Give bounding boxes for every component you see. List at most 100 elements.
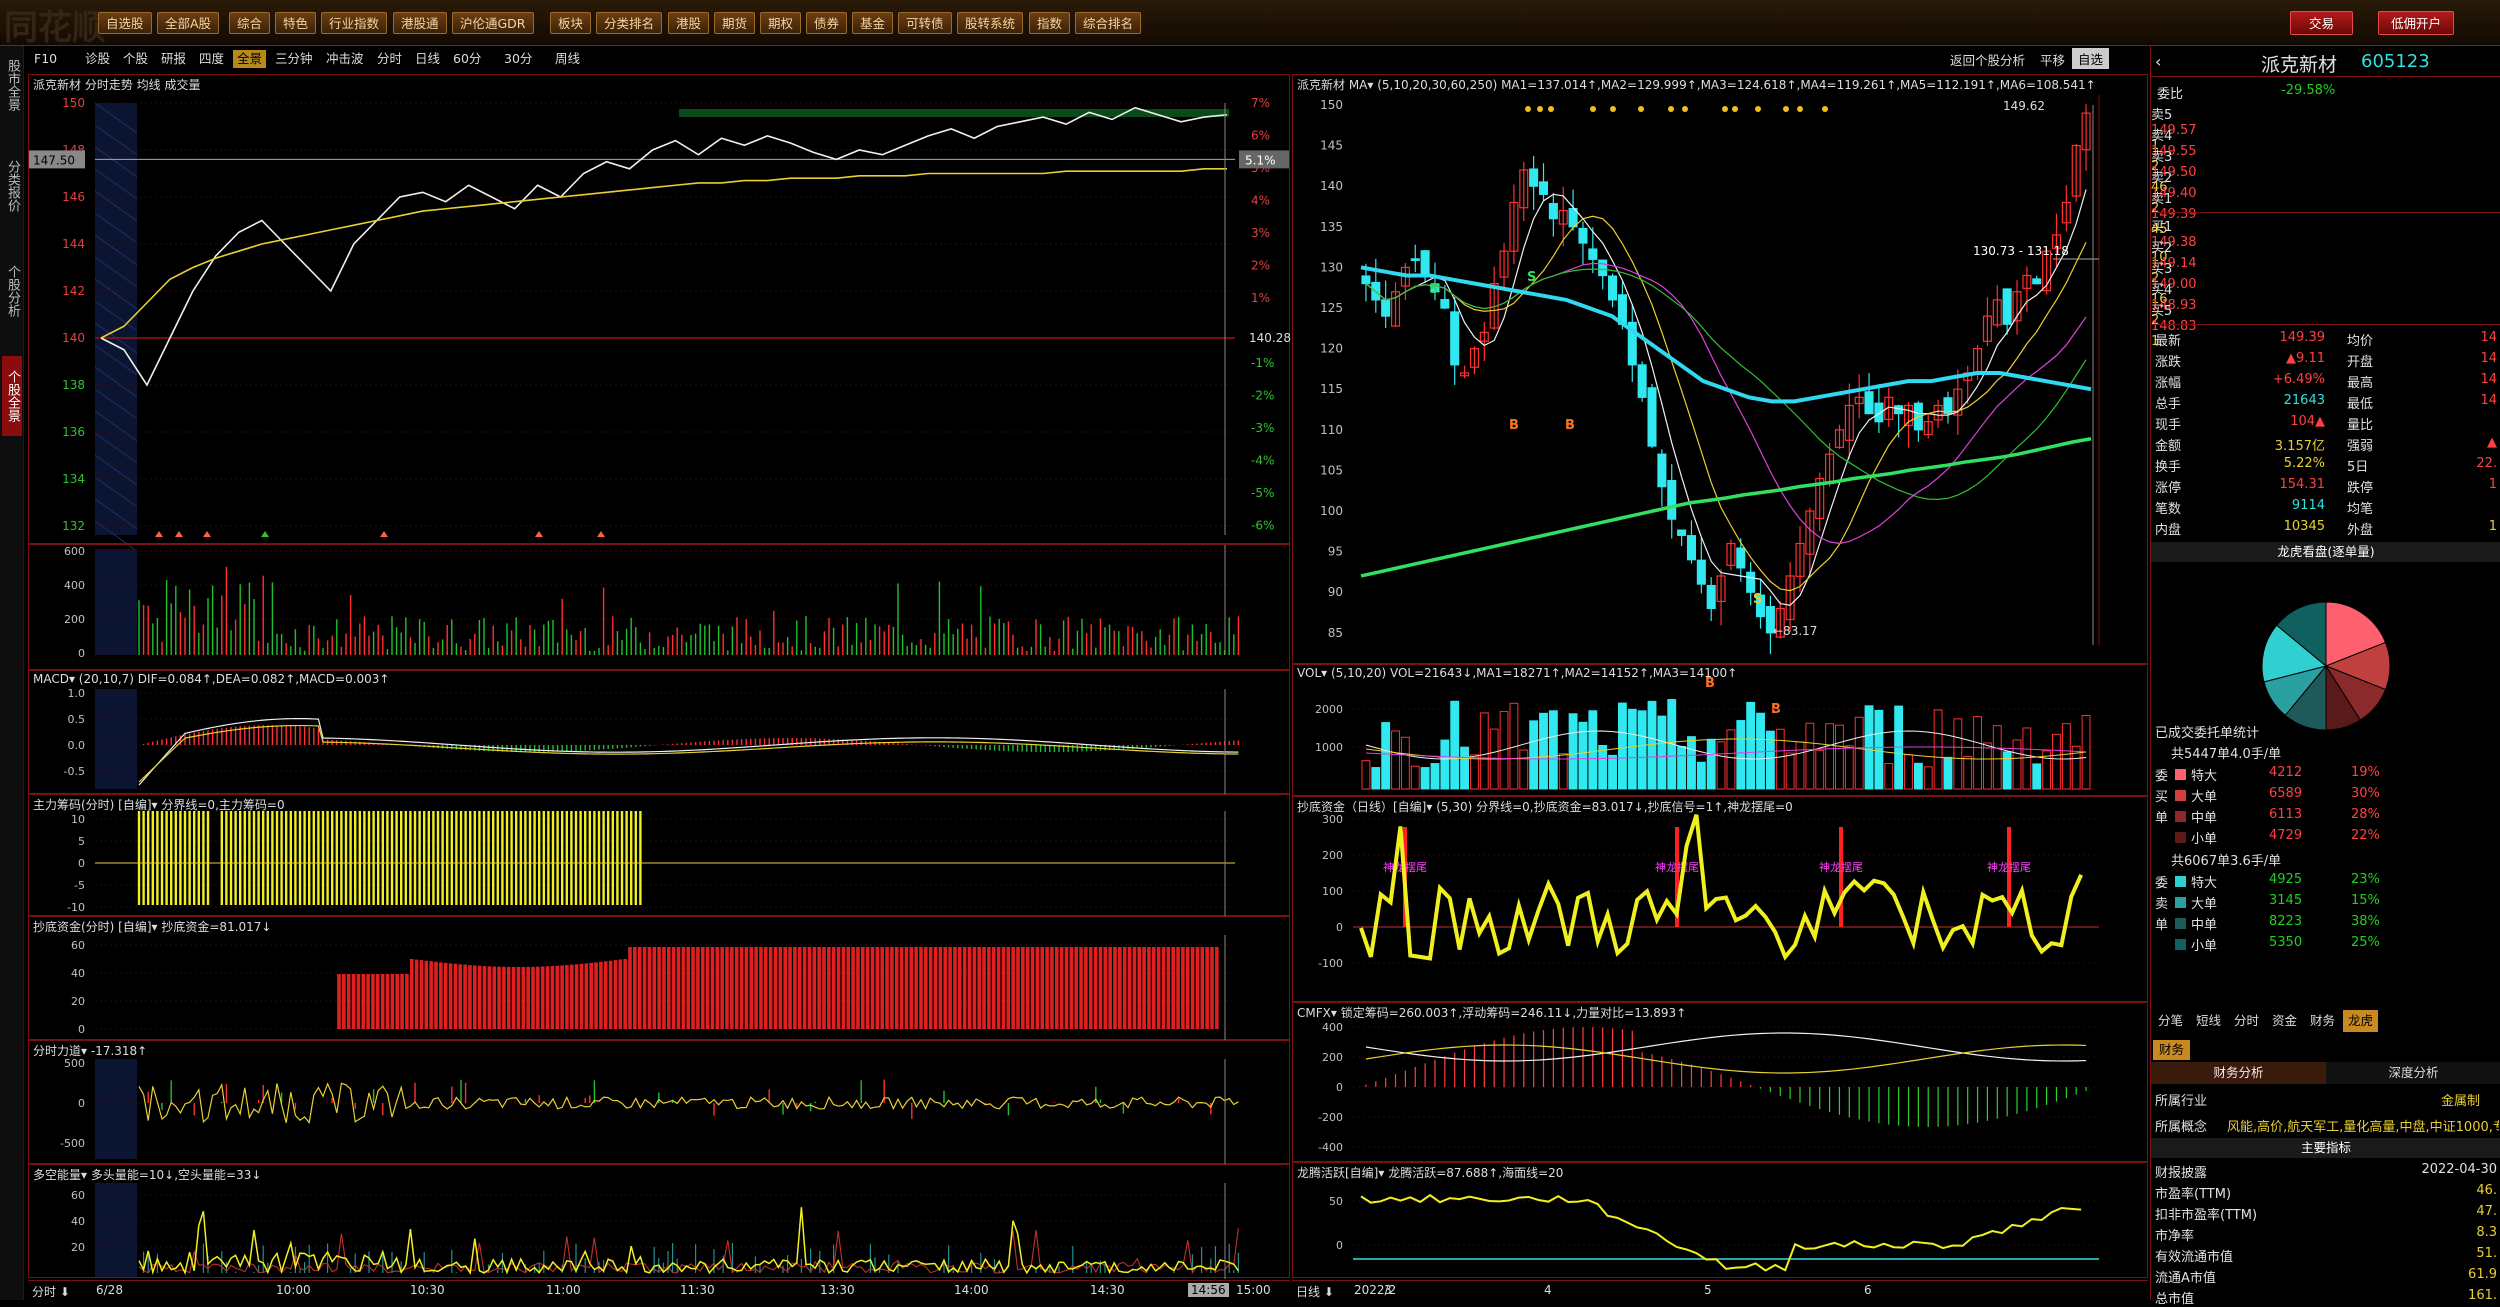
cmfx-tick: -400 [1318, 1141, 1343, 1154]
bid-row: 买2 149.14 2 [2151, 237, 2500, 286]
finance-tab[interactable]: 财务 [2153, 1040, 2191, 1060]
toolbar-button-17[interactable]: 综合排名 [1075, 12, 1142, 34]
pct-tick: -5% [1251, 486, 1274, 500]
pan-tool[interactable]: 平移 [2040, 50, 2065, 69]
price-tick: 138 [62, 378, 85, 392]
kline-price-tick: 125 [1320, 301, 1343, 315]
toolbar-button-3[interactable]: 特色 [275, 12, 317, 34]
sec-tab-1[interactable]: 诊股 [81, 50, 114, 68]
ma10-line [1365, 215, 2087, 592]
event-dot [1755, 106, 1761, 112]
sec-tab-3[interactable]: 研报 [157, 50, 190, 68]
open-account-button[interactable]: 低佣开户 [2378, 11, 2455, 35]
tab-stock-analysis[interactable]: 个股分析 [2, 251, 22, 331]
quote-sidebar: ‹ 派克新材 605123 委比 -29.58% 卖5 149.57 1 卖4 149.… [2150, 46, 2500, 1307]
sidebar-tab-0[interactable]: 分笔 [2153, 1010, 2188, 1032]
sec-tab-7[interactable]: 冲击波 [322, 50, 368, 68]
volume-bar [1844, 745, 1854, 790]
long-energy-line [138, 1207, 1240, 1276]
toolbar-button-8[interactable]: 分类排名 [596, 12, 663, 34]
toolbar-button-9[interactable]: 港股 [668, 12, 710, 34]
time-tick: 14:00 [954, 1283, 989, 1297]
sidebar-tab-5[interactable]: 龙虎 [2343, 1010, 2379, 1032]
signal-marker [175, 531, 183, 537]
kline-price-tick: 130 [1320, 260, 1343, 274]
tab-stock-panorama[interactable]: 个股全景 [2, 356, 22, 436]
buy-stat-pct: 19% [2351, 765, 2380, 780]
sec-tab-8[interactable]: 分时 [373, 50, 406, 68]
fin-analysis-tab[interactable]: 财务分析 [2151, 1062, 2326, 1084]
date-mode-button[interactable]: 日线 ⬇ [1296, 1283, 1334, 1300]
sidebar-tab-4[interactable]: 财务 [2305, 1010, 2340, 1032]
deep-analysis-tab[interactable]: 深度分析 [2326, 1062, 2500, 1084]
bottom-fund-daily-panel: 抄底资金（日线）[自编]▾ (5,30) 分界线=0,抄底资金=83.017↓,… [1292, 796, 2148, 1002]
sell-stat-type: 特大 [2191, 876, 2218, 891]
pressure-band [679, 109, 1229, 117]
toolbar-button-12[interactable]: 债券 [806, 12, 848, 34]
toolbar-button-14[interactable]: 可转债 [898, 12, 952, 34]
trade-signal: S [1753, 592, 1762, 607]
buy-stat-type: 大单 [2191, 790, 2218, 805]
toolbar-button-16[interactable]: 指数 [1029, 12, 1071, 34]
toolbar-button-4[interactable]: 行业指数 [321, 12, 388, 34]
sidebar-tab-2[interactable]: 分时 [2229, 1010, 2264, 1032]
sec-tab-12[interactable]: 周线 [551, 50, 584, 68]
sec-tab-6[interactable]: 三分钟 [271, 50, 317, 68]
toolbar-button-7[interactable]: 板块 [550, 12, 592, 34]
quote-label: 涨幅 [2155, 376, 2182, 391]
quote-value: 9114 [2291, 498, 2325, 513]
sec-tab-4[interactable]: 四度 [195, 50, 228, 68]
toolbar-button-1[interactable]: 全部A股 [157, 12, 220, 34]
price-tick: 132 [62, 519, 85, 533]
price-tick: 142 [62, 284, 85, 298]
sidebar-tab-3[interactable]: 资金 [2267, 1010, 2302, 1032]
quote-label: 外盘 [2347, 523, 2374, 538]
volume-bar [1982, 742, 1992, 790]
sidebar-tab-1[interactable]: 短线 [2191, 1010, 2226, 1032]
event-dot [1638, 106, 1644, 112]
sec-tab-2[interactable]: 个股 [119, 50, 152, 68]
price-tick: 146 [62, 190, 85, 204]
toolbar-button-10[interactable]: 期货 [714, 12, 756, 34]
sec-tab-5[interactable]: 全景 [233, 50, 267, 68]
candle-body [1686, 535, 1697, 561]
sec-tab-10[interactable]: 60分 [449, 50, 485, 68]
kline-panel[interactable]: 派克新材 MA▾ (5,10,20,30,60,250) MA1=137.014… [1292, 74, 2148, 717]
tab-market-overview[interactable]: 股市全景 [2, 50, 22, 120]
trade-button[interactable]: 交易 [2290, 11, 2354, 35]
bottom-fund-daily-chart: 3002001000-100神龙摆尾 神龙摆尾 神龙摆尾 神龙摆尾 [1318, 813, 2099, 970]
watchlist-dropdown[interactable]: 自选 [2072, 48, 2110, 69]
toolbar-button-15[interactable]: 股转系统 [957, 12, 1024, 34]
quote-value: 14 [2480, 372, 2497, 387]
tab-category-quote[interactable]: 分类报价 [2, 146, 22, 226]
toolbar-button-2[interactable]: 综合 [229, 12, 271, 34]
sell-stat-pct: 23% [2351, 872, 2380, 887]
volume-bar [1795, 741, 1805, 790]
toolbar-button-13[interactable]: 基金 [852, 12, 894, 34]
sec-tab-11[interactable]: 30分 [500, 50, 536, 68]
kline-price-tick: 85 [1328, 626, 1343, 640]
price-tick: 136 [62, 425, 85, 439]
buy-stat-type: 小单 [2191, 832, 2218, 847]
toolbar-button-6[interactable]: 沪伦通GDR [452, 12, 534, 34]
toolbar-button-11[interactable]: 期权 [760, 12, 802, 34]
left-vertical-tabs: 股市全景 分类报价 个股分析 个股全景 [0, 46, 24, 1300]
intraday-chart-panel[interactable]: 派克新材 分时走势 均线 成交量 150 148 146 144 142 140 138 13… [28, 74, 1291, 552]
ask-row: 卖2 149.40 2 [2151, 167, 2500, 216]
sell-stat-pct: 15% [2351, 893, 2380, 908]
time-tick: 6/28 [96, 1283, 123, 1297]
orderbook-divider [2151, 324, 2500, 325]
time-mode-button[interactable]: 分时 ⬇ [32, 1283, 70, 1300]
webi-label: 委比 [2157, 87, 2184, 102]
volume-bar [1992, 725, 2002, 790]
toolbar-button-0[interactable]: 自选股 [98, 12, 152, 34]
fin-label: 有效流通市值 [2155, 1250, 2234, 1265]
sec-tab-9[interactable]: 日线 [411, 50, 444, 68]
toolbar-button-5[interactable]: 港股通 [393, 12, 447, 34]
ma20-line [1365, 262, 2087, 545]
back-to-analysis[interactable]: 返回个股分析 [1950, 50, 2025, 69]
pct-tick: 7% [1251, 96, 1270, 110]
sec-tab-0[interactable]: F10 [30, 50, 61, 68]
intraday-force-panel: 分时力道▾ -17.318↑ 500 0 -500 [28, 1040, 1290, 1165]
collapse-arrow-icon[interactable]: ‹ [2155, 52, 2161, 71]
